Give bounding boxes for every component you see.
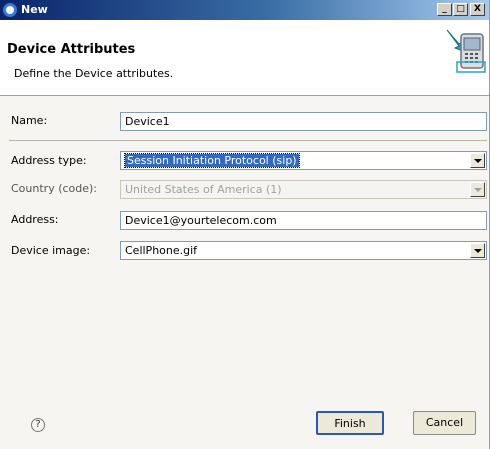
chevron-down-icon: [470, 182, 485, 197]
page-title: Device Attributes: [7, 42, 136, 57]
chevron-down-icon[interactable]: [470, 153, 485, 168]
maximize-button[interactable]: □: [453, 3, 468, 16]
address-type-value: Session Initiation Protocol (sip): [124, 153, 300, 168]
new-device-window: New _ □ X Device Attributes Define the D…: [0, 0, 490, 449]
cancel-button[interactable]: Cancel: [413, 411, 476, 435]
address-type-label: Address type:: [11, 154, 87, 167]
address-field[interactable]: Device1@yourtelecom.com: [120, 211, 487, 230]
button-bar: ? Finish Cancel: [0, 392, 489, 449]
country-code-label: Country (code):: [11, 182, 98, 195]
finish-button[interactable]: Finish: [316, 411, 384, 435]
country-code-value: United States of America (1): [125, 183, 282, 196]
device-image-select[interactable]: CellPhone.gif: [120, 241, 487, 260]
name-label: Name:: [11, 114, 48, 127]
form-area: Name: Device1 Address type: Session Init…: [0, 96, 489, 392]
device-image-label: Device image:: [11, 244, 91, 257]
window-title: New: [21, 3, 48, 16]
eclipse-icon: [3, 3, 17, 17]
form-separator: [9, 140, 487, 141]
phone-device-wizard-icon: [446, 29, 486, 73]
device-image-value: CellPhone.gif: [125, 244, 198, 257]
address-label: Address:: [11, 213, 59, 226]
close-button[interactable]: X: [470, 3, 485, 16]
address-type-select[interactable]: Session Initiation Protocol (sip): [120, 151, 487, 170]
title-bar[interactable]: New _ □ X: [0, 0, 489, 20]
wizard-header: Device Attributes Define the Device attr…: [0, 20, 489, 96]
name-field[interactable]: Device1: [120, 112, 487, 131]
country-code-select: United States of America (1): [120, 180, 487, 199]
minimize-button[interactable]: _: [437, 3, 452, 16]
chevron-down-icon[interactable]: [470, 243, 485, 258]
page-description: Define the Device attributes.: [14, 67, 174, 80]
help-icon[interactable]: ?: [31, 418, 45, 432]
